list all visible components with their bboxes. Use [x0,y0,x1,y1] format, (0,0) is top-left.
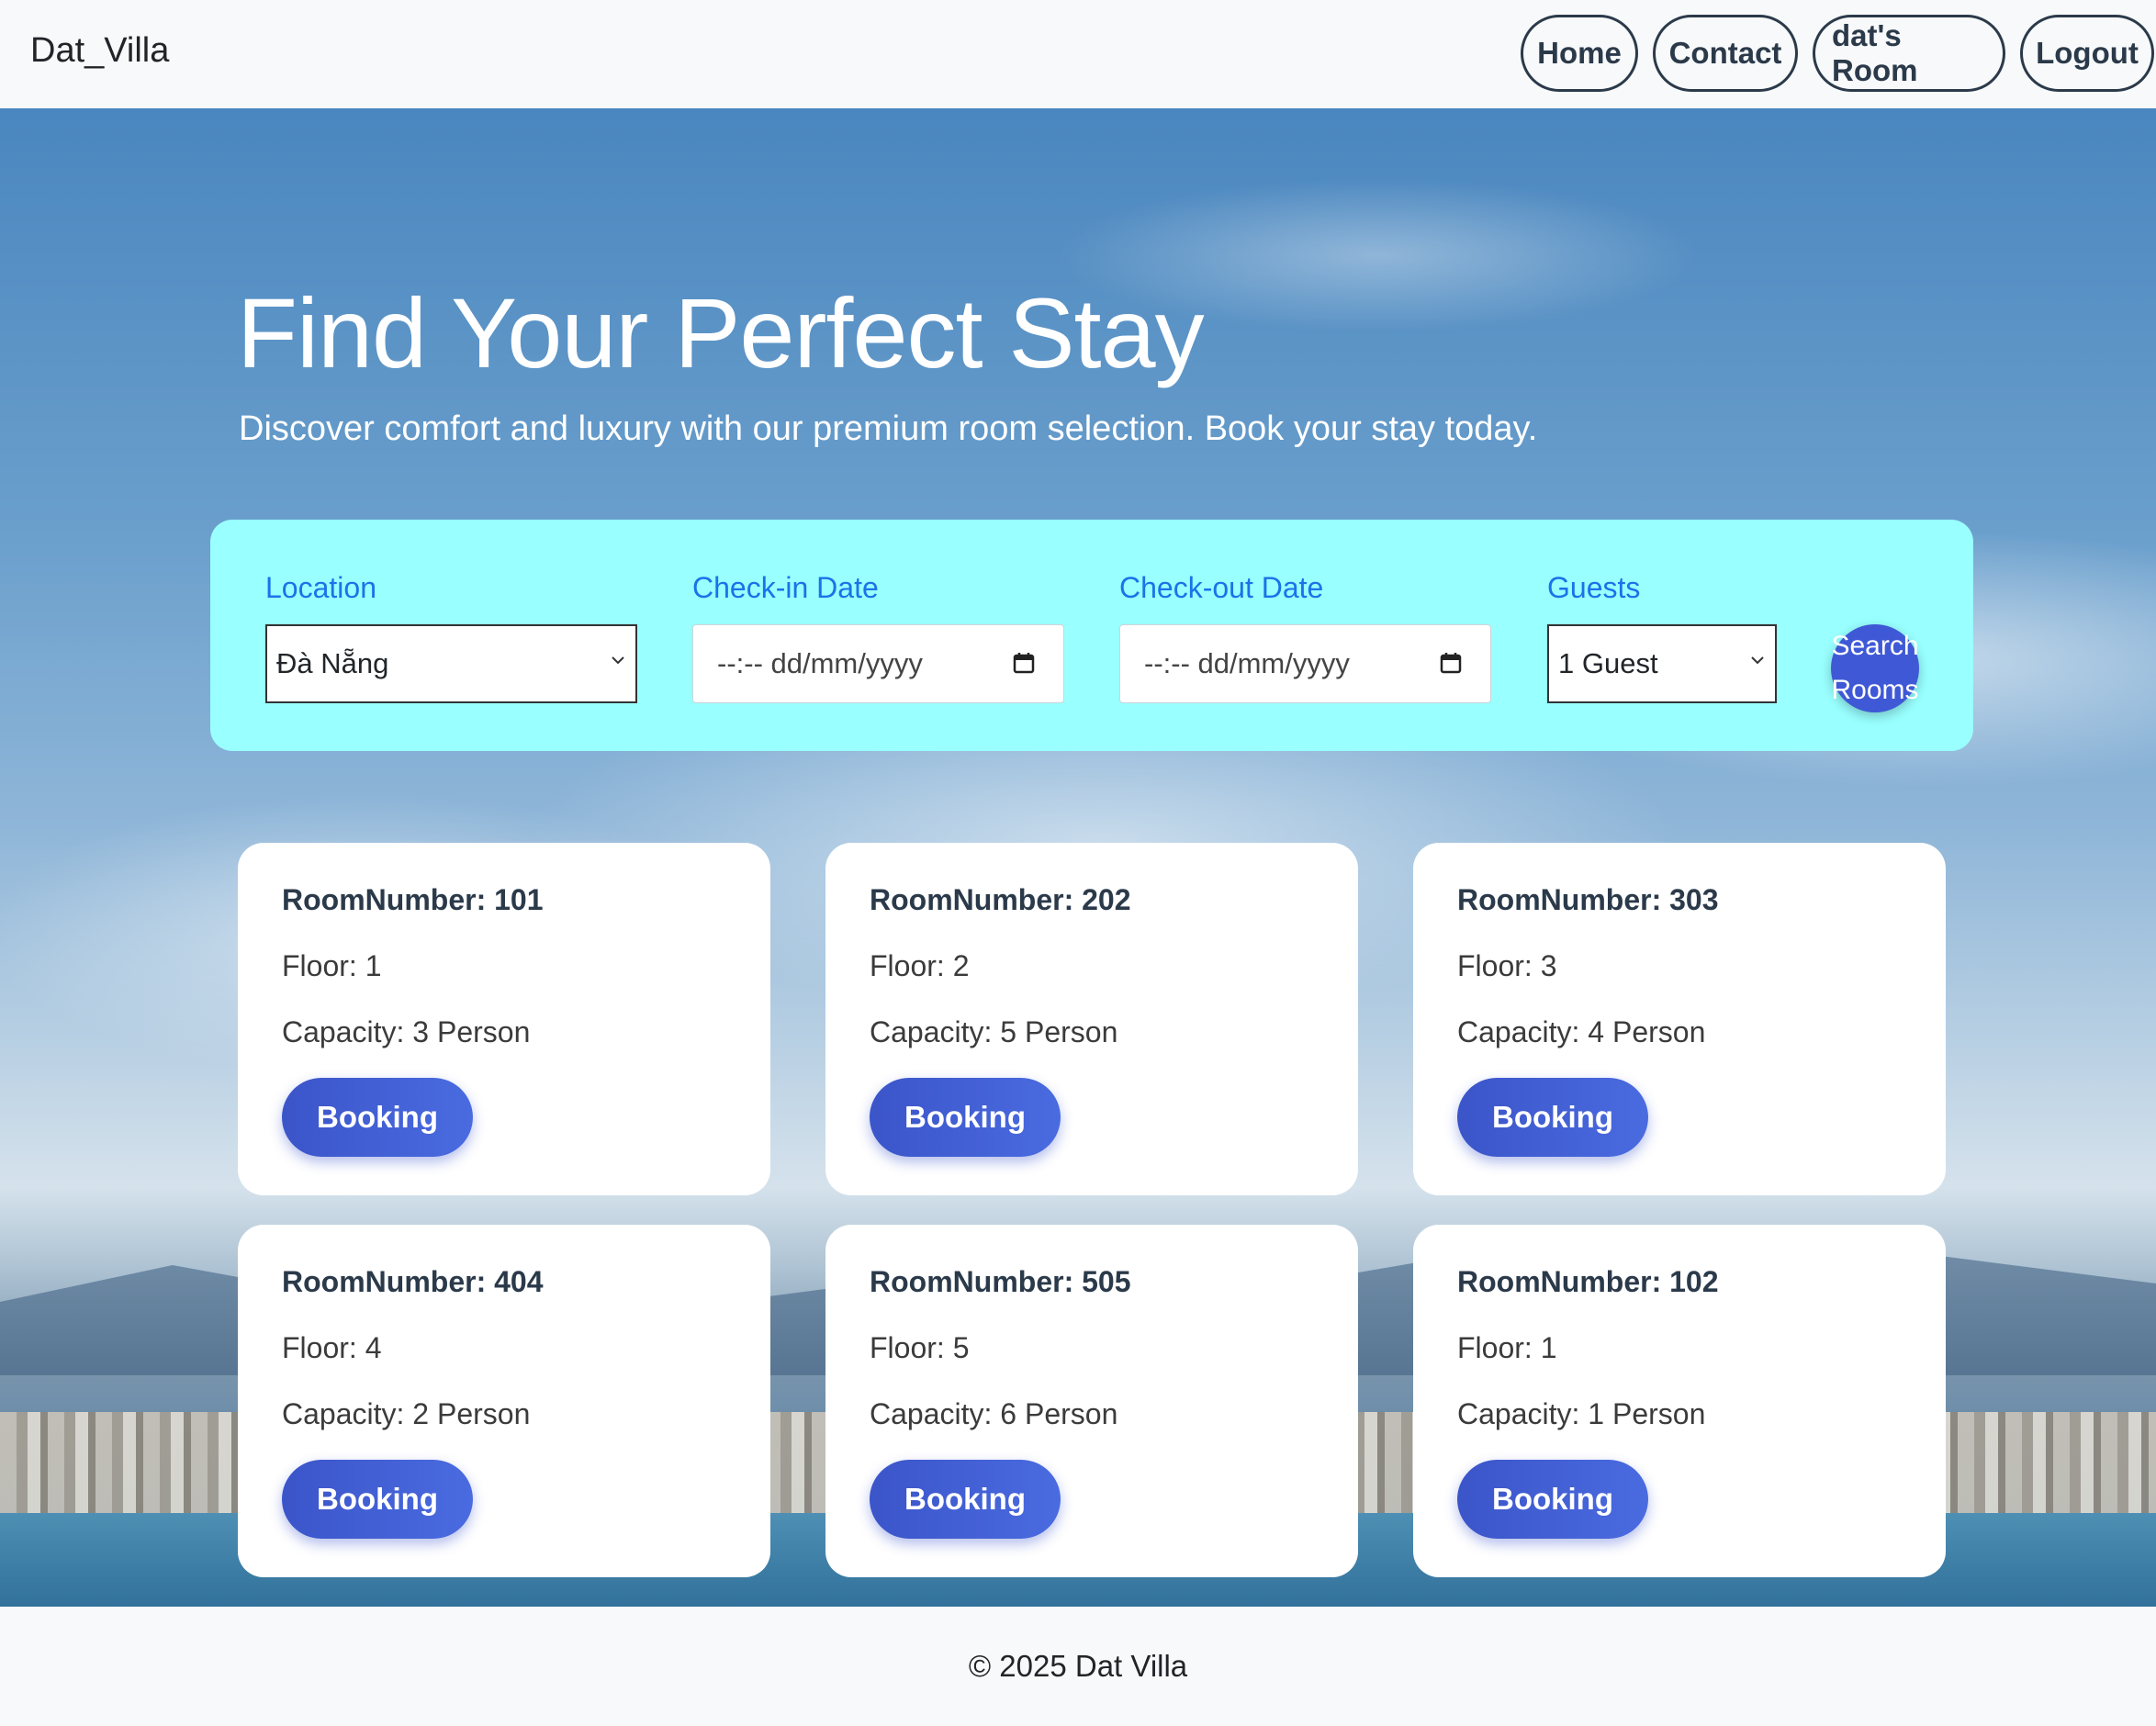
room-floor: Floor: 5 [870,1331,970,1364]
room-floor: Floor: 1 [282,949,382,982]
checkout-input[interactable]: --:-- dd/mm/yyyy [1119,624,1491,703]
calendar-icon[interactable] [1012,651,1036,675]
navbar: Dat_Villa Home Contact dat's Room Logout [0,0,2156,108]
guests-select[interactable]: 1 Guest [1547,624,1777,703]
nav-logout-button[interactable]: Logout [2020,15,2154,92]
nav-contact-button[interactable]: Contact [1653,15,1798,92]
room-number: RoomNumber: 404 [282,1265,544,1298]
room-floor: Floor: 3 [1457,949,1557,982]
nav-home-button[interactable]: Home [1521,15,1638,92]
location-label: Location [265,571,376,604]
footer-copyright: © 2025 Dat Villa [968,1649,1188,1683]
location-value: Đà Nẵng [276,647,389,679]
checkin-placeholder: --:-- dd/mm/yyyy [717,647,923,679]
room-floor: Floor: 4 [282,1331,382,1364]
hero-title: Find Your Perfect Stay [237,277,1205,388]
search-button-line2: Rooms [1831,675,1919,705]
room-card: RoomNumber: 404 Floor: 4 Capacity: 2 Per… [238,1225,770,1577]
room-card: RoomNumber: 101 Floor: 1 Capacity: 3 Per… [238,843,770,1195]
booking-button[interactable]: Booking [282,1460,473,1539]
room-capacity: Capacity: 5 Person [870,1015,1118,1048]
booking-button[interactable]: Booking [870,1460,1061,1539]
chevron-down-icon [1751,656,1764,665]
room-number: RoomNumber: 101 [282,883,544,916]
hero-subtitle: Discover comfort and luxury with our pre… [239,409,1538,448]
room-capacity: Capacity: 1 Person [1457,1397,1706,1430]
room-number: RoomNumber: 505 [870,1265,1131,1298]
location-select[interactable]: Đà Nẵng [265,624,637,703]
checkin-label: Check-in Date [692,571,879,604]
search-rooms-button[interactable]: Search Rooms [1831,624,1919,712]
calendar-icon[interactable] [1439,651,1463,675]
hero-section: Find Your Perfect Stay Discover comfort … [0,108,2156,1607]
booking-button[interactable]: Booking [282,1078,473,1157]
room-number: RoomNumber: 202 [870,883,1131,916]
room-card: RoomNumber: 202 Floor: 2 Capacity: 5 Per… [825,843,1358,1195]
checkout-label: Check-out Date [1119,571,1324,604]
room-capacity: Capacity: 2 Person [282,1397,531,1430]
checkout-placeholder: --:-- dd/mm/yyyy [1144,647,1350,679]
room-capacity: Capacity: 3 Person [282,1015,531,1048]
guests-value: 1 Guest [1558,647,1658,679]
room-card: RoomNumber: 102 Floor: 1 Capacity: 1 Per… [1413,1225,1946,1577]
room-number: RoomNumber: 102 [1457,1265,1719,1298]
room-card: RoomNumber: 303 Floor: 3 Capacity: 4 Per… [1413,843,1946,1195]
checkin-input[interactable]: --:-- dd/mm/yyyy [692,624,1064,703]
brand-logo[interactable]: Dat_Villa [30,31,169,71]
room-capacity: Capacity: 6 Person [870,1397,1118,1430]
room-floor: Floor: 2 [870,949,970,982]
footer: © 2025 Dat Villa [0,1607,2156,1726]
room-number: RoomNumber: 303 [1457,883,1719,916]
room-capacity: Capacity: 4 Person [1457,1015,1706,1048]
chevron-down-icon [612,656,624,665]
search-button-line1: Search [1831,631,1919,661]
booking-button[interactable]: Booking [1457,1078,1648,1157]
guests-label: Guests [1547,571,1641,604]
booking-button[interactable]: Booking [1457,1460,1648,1539]
nav-links: Home Contact dat's Room Logout [1521,15,2154,92]
nav-my-room-button[interactable]: dat's Room [1813,15,2005,92]
booking-button[interactable]: Booking [870,1078,1061,1157]
search-panel: Location Đà Nẵng Check-in Date --:-- dd/… [210,520,1973,751]
room-card: RoomNumber: 505 Floor: 5 Capacity: 6 Per… [825,1225,1358,1577]
room-floor: Floor: 1 [1457,1331,1557,1364]
